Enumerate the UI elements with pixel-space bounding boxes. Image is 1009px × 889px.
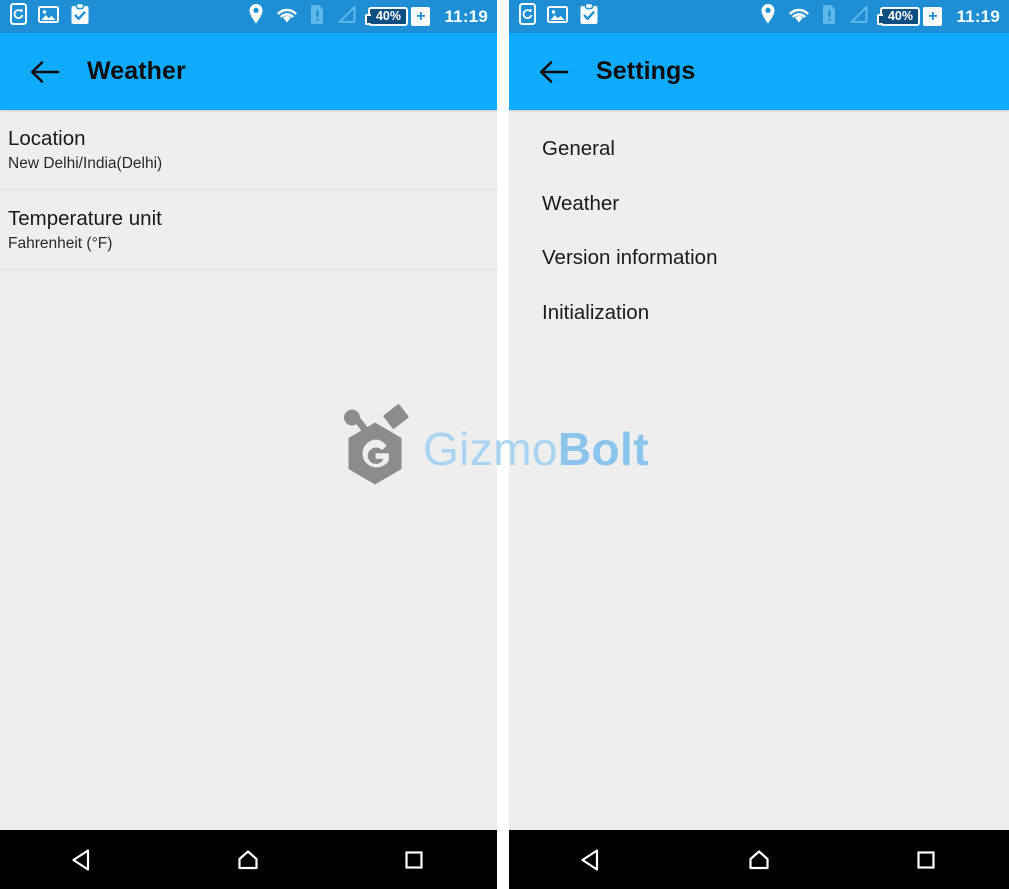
- battery-icon: 40% +: [365, 7, 431, 26]
- phone-sync-icon: [10, 3, 27, 30]
- settings-items: General Weather Version information Init…: [509, 110, 1009, 340]
- preference-summary: New Delhi/India(Delhi): [8, 155, 163, 173]
- back-button[interactable]: [531, 49, 577, 95]
- image-icon: [38, 5, 59, 29]
- battery-level-label: 40%: [887, 9, 913, 24]
- battery-icon: 40% +: [877, 7, 943, 26]
- battery-body: 40%: [365, 7, 409, 26]
- settings-list: General Weather Version information Init…: [509, 110, 1009, 830]
- location-pin-icon: [248, 3, 264, 30]
- home-icon: [749, 849, 769, 869]
- battery-level-label: 40%: [375, 9, 401, 24]
- status-bar-clock: 11:19: [444, 7, 488, 26]
- android-navigation-bar: [509, 830, 1009, 889]
- nav-home-button[interactable]: [213, 837, 283, 883]
- battery-plus-badge: +: [411, 7, 431, 26]
- arrow-left-icon: [30, 60, 60, 83]
- preference-summary: Fahrenheit (°F): [8, 234, 113, 252]
- battery-body: 40%: [877, 7, 921, 26]
- status-bar-left-icons: [10, 2, 90, 30]
- preference-title: Location: [8, 127, 86, 150]
- settings-item-label: Weather: [542, 191, 620, 215]
- signal-icon: [848, 5, 869, 29]
- settings-item-label: Version information: [542, 246, 718, 270]
- clipboard-check-icon: [70, 2, 90, 30]
- settings-item-label: Initialization: [542, 300, 650, 324]
- settings-item-label: General: [542, 137, 615, 160]
- preference-temperature-unit[interactable]: Temperature unit Fahrenheit (°F): [0, 190, 497, 270]
- status-bar-right-icons: 40% + 11:19: [248, 3, 488, 30]
- back-button[interactable]: [22, 49, 68, 95]
- settings-item-version-information[interactable]: Version information: [509, 231, 1009, 286]
- back-triangle-icon: [72, 848, 89, 871]
- signal-icon: [336, 5, 357, 29]
- status-bar-right-icons: 40% + 11:19: [760, 3, 1000, 30]
- settings-item-general[interactable]: General: [509, 122, 1009, 177]
- battery-plus-badge: +: [923, 7, 943, 26]
- status-bar: 40% + 11:19: [0, 0, 497, 33]
- preference-location[interactable]: Location New Delhi/India(Delhi): [0, 110, 497, 190]
- clipboard-check-icon: [579, 2, 599, 30]
- preference-title: Temperature unit: [8, 206, 162, 230]
- weather-preferences-list: Location New Delhi/India(Delhi) Temperat…: [0, 110, 497, 830]
- app-bar-settings: Settings: [509, 33, 1009, 110]
- page-title: Settings: [596, 57, 696, 85]
- home-icon: [238, 849, 259, 869]
- arrow-left-icon: [539, 60, 569, 83]
- app-bar-weather: Weather: [0, 33, 497, 110]
- page-title: Weather: [87, 57, 186, 85]
- status-bar-clock: 11:19: [956, 7, 1000, 26]
- nav-back-button[interactable]: [48, 837, 118, 883]
- sim-alert-icon: [822, 4, 837, 30]
- settings-item-weather[interactable]: Weather: [509, 177, 1009, 232]
- android-navigation-bar: [0, 830, 497, 889]
- wifi-icon: [787, 5, 811, 29]
- sim-alert-icon: [310, 4, 325, 30]
- location-pin-icon: [760, 3, 776, 30]
- settings-item-initialization[interactable]: Initialization: [509, 286, 1009, 341]
- nav-back-button[interactable]: [557, 837, 627, 883]
- nav-recents-button[interactable]: [379, 837, 449, 883]
- status-bar-left-icons: [519, 2, 599, 30]
- back-triangle-icon: [581, 848, 599, 871]
- screenshot-pair: 40% + 11:19 Weather Location New Delhi/I…: [0, 0, 1009, 889]
- image-icon: [547, 5, 568, 29]
- phone-screen-settings: 40% + 11:19 Settings General Weather Ver…: [509, 0, 1009, 889]
- recents-square-icon: [405, 850, 423, 869]
- status-bar: 40% + 11:19: [509, 0, 1009, 33]
- phone-sync-icon: [519, 3, 536, 30]
- phone-screen-weather: 40% + 11:19 Weather Location New Delhi/I…: [0, 0, 497, 889]
- recents-square-icon: [917, 850, 935, 869]
- wifi-icon: [275, 5, 299, 29]
- nav-home-button[interactable]: [724, 837, 794, 883]
- nav-recents-button[interactable]: [891, 837, 961, 883]
